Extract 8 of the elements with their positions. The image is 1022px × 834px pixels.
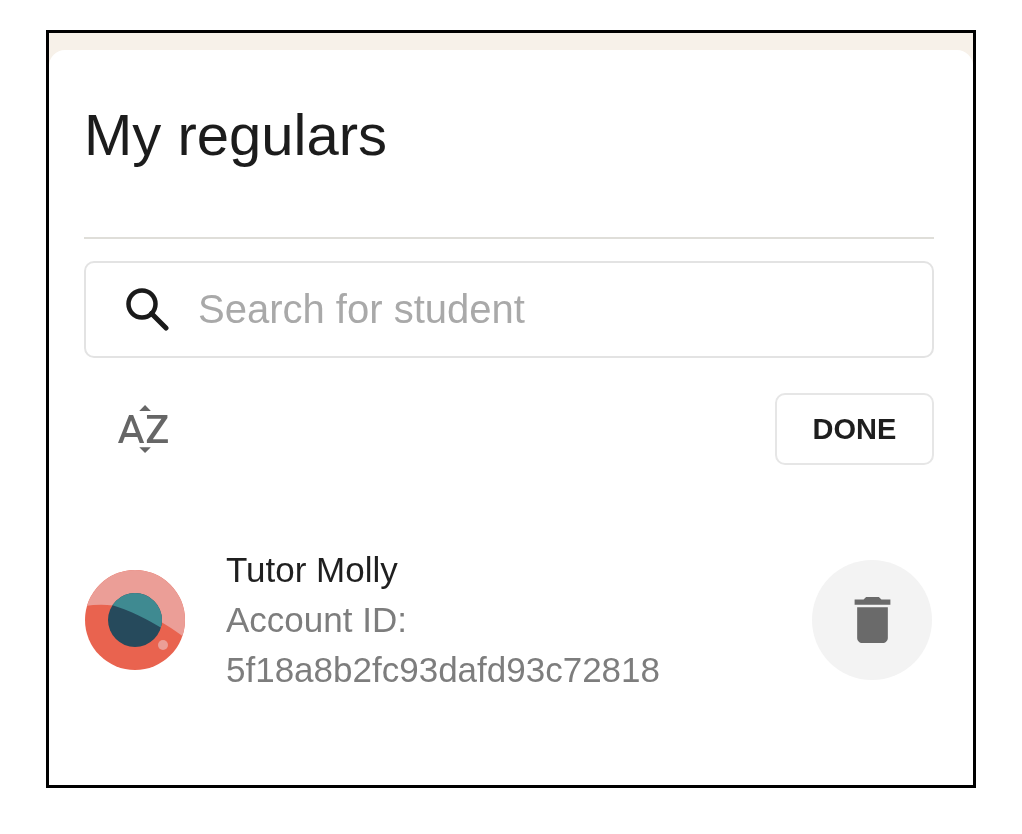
account-id-label: Account ID:	[226, 599, 407, 641]
account-id: 5f18a8b2fc93dafd93c72818	[226, 649, 660, 691]
student-name: Tutor Molly	[226, 549, 398, 591]
sort-alpha-icon[interactable]	[118, 405, 168, 453]
trash-icon	[853, 597, 891, 643]
done-button[interactable]: DONE	[775, 393, 934, 465]
search-icon	[125, 287, 169, 331]
search-field[interactable]: Search for student	[84, 261, 934, 358]
